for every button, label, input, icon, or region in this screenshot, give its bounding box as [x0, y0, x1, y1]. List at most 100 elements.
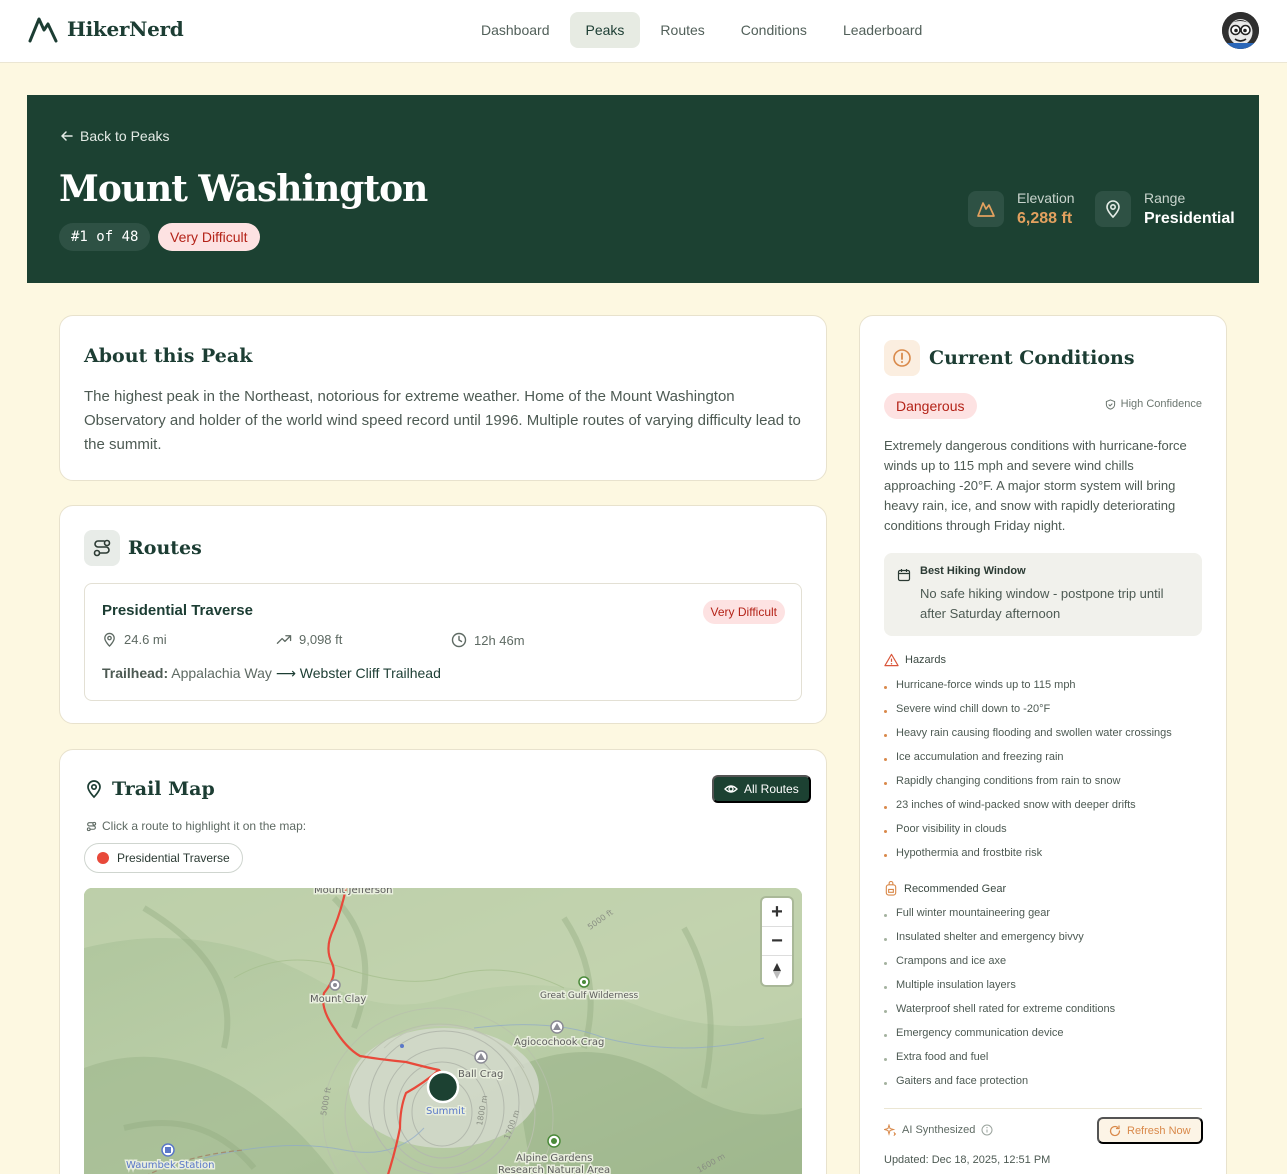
arrow-left-icon: [61, 131, 73, 141]
route-icon: [93, 539, 111, 557]
map-label-waumbek-station: Waumbek Station: [126, 1160, 214, 1171]
back-to-peaks-link[interactable]: Back to Peaks: [60, 128, 170, 144]
routes-card: Routes Presidential Traverse Very Diffic…: [59, 505, 827, 724]
refresh-icon: [1109, 1124, 1121, 1136]
map-label-summit: Summit: [426, 1106, 465, 1117]
map-label-great-gulf: Great Gulf Wilderness: [540, 991, 639, 1001]
range-icon-box: [1095, 191, 1131, 227]
zoom-in-button[interactable]: +: [762, 898, 792, 927]
trail-map[interactable]: Mount Jefferson Mount Clay Great Gulf Wi…: [84, 888, 802, 1174]
map-pin-icon: [87, 780, 101, 799]
trail-map-title: Trail Map: [112, 778, 215, 800]
nav-conditions[interactable]: Conditions: [725, 12, 823, 48]
ai-label: AI Synthesized: [902, 1124, 976, 1136]
best-window-title: Best Hiking Window: [920, 565, 1026, 577]
mountain-icon: [977, 202, 995, 217]
trailhead-label: Trailhead:: [102, 665, 169, 681]
user-avatar[interactable]: [1222, 12, 1259, 49]
hazard-item: Hypothermia and frostbite risk: [884, 845, 1172, 869]
route-color-dot: [97, 852, 109, 864]
nav-peaks[interactable]: Peaks: [569, 12, 641, 48]
hazards-list: Hurricane-force winds up to 115 mph Seve…: [884, 677, 1172, 869]
nav-routes[interactable]: Routes: [644, 12, 720, 48]
top-nav: HikerNerd Dashboard Peaks Routes Conditi…: [0, 0, 1287, 63]
map-zoom-controls: + −: [762, 898, 792, 985]
route-gain: 9,098 ft: [276, 632, 342, 647]
gear-item: Gaiters and face protection: [884, 1073, 1115, 1097]
elevation-label: Elevation: [1017, 190, 1075, 206]
terrain-map: Mount Jefferson Mount Clay Great Gulf Wi…: [84, 888, 802, 1174]
ai-synthesized-note: AI Synthesized: [884, 1124, 993, 1136]
shield-check-icon: [1105, 398, 1115, 410]
trail-map-card: Trail Map All Routes Click a route to hi…: [59, 749, 827, 1174]
map-label-alpine-gardens: Alpine Gardens: [516, 1153, 592, 1164]
hazard-item: Heavy rain causing flooding and swollen …: [884, 725, 1172, 749]
route-chip-presidential-traverse[interactable]: Presidential Traverse: [84, 843, 243, 873]
reset-north-button[interactable]: [762, 956, 792, 985]
main-nav: Dashboard Peaks Routes Conditions Leader…: [465, 12, 938, 48]
clock-icon: [451, 632, 467, 648]
hazard-item: Severe wind chill down to -20°F: [884, 701, 1172, 725]
route-distance: 24.6 mi: [102, 632, 167, 647]
all-routes-button[interactable]: All Routes: [712, 775, 811, 803]
best-window-text: No safe hiking window - postpone trip un…: [920, 586, 1164, 621]
trail-map-header: Trail Map: [84, 778, 215, 800]
hazards-heading: Hazards: [884, 653, 946, 667]
peak-rank-badge: #1 of 48: [59, 223, 151, 251]
trending-up-icon: [276, 635, 292, 644]
elevation-stat: Elevation 6,288 ft: [968, 190, 1075, 228]
hazard-item: Ice accumulation and freezing rain: [884, 749, 1172, 773]
current-conditions-card: Current Conditions Dangerous High Confid…: [859, 315, 1227, 1174]
gear-item: Multiple insulation layers: [884, 977, 1115, 1001]
backpack-icon: [885, 881, 897, 896]
logo[interactable]: HikerNerd: [28, 14, 184, 44]
routes-icon-box: [84, 530, 120, 566]
info-icon[interactable]: [981, 1124, 993, 1136]
route-chip-label: Presidential Traverse: [117, 851, 230, 865]
range-value: Presidential: [1144, 210, 1235, 227]
calendar-icon: [897, 569, 911, 582]
conditions-divider: [884, 1108, 1202, 1109]
danger-status-badge: Dangerous: [884, 393, 977, 419]
route-time-value: 12h 46m: [474, 632, 525, 648]
hazard-item: Poor visibility in clouds: [884, 821, 1172, 845]
trail-map-hint: Click a route to highlight it on the map…: [86, 819, 306, 833]
mountain-logo-icon: [28, 17, 58, 43]
map-label-research-area: Research Natural Area: [498, 1165, 610, 1174]
hazard-item: Hurricane-force winds up to 115 mph: [884, 677, 1172, 701]
map-pin-icon: [1106, 200, 1120, 219]
conditions-icon-box: [884, 340, 920, 376]
hazard-item: Rapidly changing conditions from rain to…: [884, 773, 1172, 797]
difficulty-badge: Very Difficult: [158, 223, 260, 251]
gear-item: Crampons and ice axe: [884, 953, 1115, 977]
compass-icon: [773, 962, 781, 979]
app-name: HikerNerd: [67, 17, 184, 41]
updated-timestamp: Updated: Dec 18, 2025, 12:51 PM: [884, 1154, 1051, 1166]
alert-circle-icon: [893, 349, 911, 367]
route-name: Presidential Traverse: [102, 602, 253, 619]
hazard-item: 23 inches of wind-packed snow with deepe…: [884, 797, 1172, 821]
peak-title: Mount Washington: [59, 168, 428, 210]
about-text: The highest peak in the Northeast, notor…: [84, 388, 801, 453]
conditions-header: Current Conditions: [884, 340, 1135, 376]
best-hiking-window: Best Hiking Window No safe hiking window…: [884, 553, 1202, 636]
nav-dashboard[interactable]: Dashboard: [465, 12, 566, 48]
gear-item: Extra food and fuel: [884, 1049, 1115, 1073]
route-item[interactable]: Presidential Traverse Very Difficult 24.…: [84, 583, 802, 701]
refresh-now-button[interactable]: Refresh Now: [1097, 1117, 1203, 1144]
route-difficulty-badge: Very Difficult: [702, 600, 785, 624]
nav-leaderboard[interactable]: Leaderboard: [827, 12, 938, 48]
gear-item: Insulated shelter and emergency bivvy: [884, 929, 1115, 953]
back-label: Back to Peaks: [80, 128, 170, 144]
range-stat: Range Presidential: [1095, 190, 1235, 228]
zoom-out-button[interactable]: −: [762, 927, 792, 956]
conditions-title: Current Conditions: [929, 347, 1135, 369]
gear-title: Recommended Gear: [904, 882, 1007, 895]
route-distance-value: 24.6 mi: [124, 632, 167, 647]
about-title: About this Peak: [84, 345, 253, 367]
warning-triangle-icon: [884, 653, 899, 667]
gear-item: Waterproof shell rated for extreme condi…: [884, 1001, 1115, 1025]
range-label: Range: [1144, 190, 1186, 206]
hazards-title: Hazards: [905, 654, 946, 666]
trailhead-to: Webster Cliff Trailhead: [299, 665, 441, 681]
